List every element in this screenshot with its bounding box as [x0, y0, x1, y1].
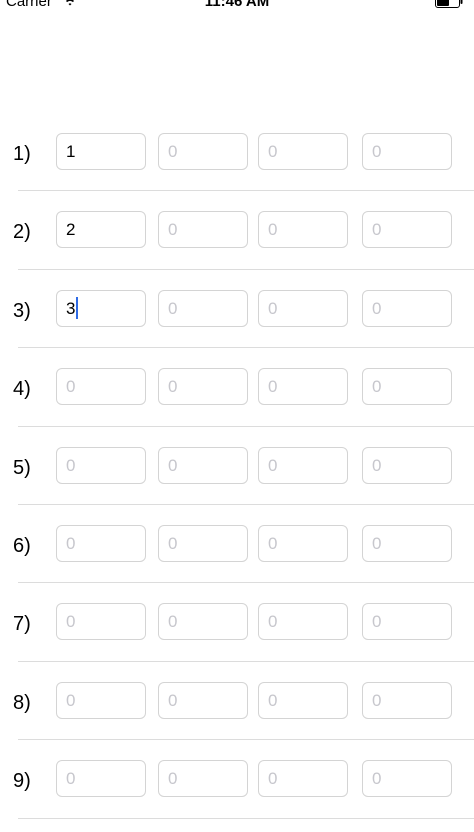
number-field[interactable]: 0 — [158, 524, 248, 562]
row-label: 3) — [13, 299, 31, 322]
number-field[interactable]: 0 — [362, 524, 452, 562]
number-field[interactable]: 0 — [362, 211, 452, 249]
number-field[interactable]: 0 — [258, 211, 348, 249]
row-label: 1) — [13, 143, 31, 165]
number-field[interactable]: 0 — [258, 760, 348, 798]
number-field[interactable]: 0 — [158, 211, 248, 249]
number-field[interactable]: 0 — [258, 524, 348, 562]
entry-row: 1) 1 0 0 0 — [0, 113, 474, 192]
number-field[interactable]: 0 — [362, 446, 452, 484]
number-field[interactable]: 0 — [258, 446, 348, 484]
number-field[interactable]: 0 — [258, 603, 348, 641]
entry-row: 6) 0 0 0 0 — [0, 505, 474, 584]
row-label: 8) — [13, 691, 31, 714]
entry-row: 3) 3 0 0 0 — [0, 270, 474, 349]
number-field[interactable]: 0 — [158, 760, 248, 798]
number-field[interactable]: 0 — [258, 681, 348, 719]
entry-row: 9) 0 0 0 0 — [0, 740, 474, 819]
number-field[interactable]: 0 — [158, 368, 248, 406]
number-field[interactable]: 0 — [56, 603, 146, 641]
row-label: 2) — [13, 221, 31, 244]
entry-rows: 1) 1 0 0 0 2) 2 0 0 0 3) 3 0 0 0 4) 0 0 … — [0, 113, 474, 819]
status-time: 11:46 AM — [204, 0, 270, 10]
number-field[interactable]: 0 — [56, 681, 146, 719]
text-caret — [76, 296, 79, 319]
number-field[interactable]: 0 — [56, 760, 146, 798]
row-divider — [18, 817, 474, 819]
number-field[interactable]: 0 — [158, 133, 248, 170]
number-field[interactable]: 0 — [258, 289, 348, 327]
entry-row: 8) 0 0 0 0 — [0, 662, 474, 741]
number-field[interactable]: 0 — [56, 446, 146, 484]
number-field[interactable]: 0 — [362, 603, 452, 641]
battery-icon — [435, 0, 463, 8]
number-field-focused[interactable]: 3 — [56, 289, 146, 327]
entry-row: 7) 0 0 0 0 — [0, 583, 474, 662]
entry-row: 4) 0 0 0 0 — [0, 348, 474, 427]
entry-row: 2) 2 0 0 0 — [0, 191, 474, 270]
number-field[interactable]: 0 — [158, 603, 248, 641]
number-field[interactable]: 0 — [362, 133, 452, 170]
row-label: 5) — [13, 456, 31, 479]
number-field[interactable]: 0 — [56, 368, 146, 406]
number-field[interactable]: 0 — [362, 289, 452, 327]
field-value: 3 — [66, 298, 76, 318]
number-field[interactable]: 0 — [362, 760, 452, 798]
number-field[interactable]: 2 — [56, 211, 146, 249]
number-field[interactable]: 0 — [362, 368, 452, 406]
number-field[interactable]: 0 — [158, 289, 248, 327]
row-label: 6) — [13, 534, 31, 557]
number-field[interactable]: 0 — [362, 681, 452, 719]
row-label: 7) — [13, 613, 31, 636]
number-field[interactable]: 1 — [56, 133, 146, 170]
number-field[interactable]: 0 — [56, 524, 146, 562]
number-field[interactable]: 0 — [158, 446, 248, 484]
status-bar: Carrier 11:46 AM — [0, 0, 474, 10]
number-field[interactable]: 0 — [258, 133, 348, 170]
entry-row: 5) 0 0 0 0 — [0, 427, 474, 505]
number-field[interactable]: 0 — [258, 368, 348, 406]
row-label: 9) — [13, 770, 31, 793]
number-field[interactable]: 0 — [158, 681, 248, 719]
row-label: 4) — [13, 378, 31, 401]
